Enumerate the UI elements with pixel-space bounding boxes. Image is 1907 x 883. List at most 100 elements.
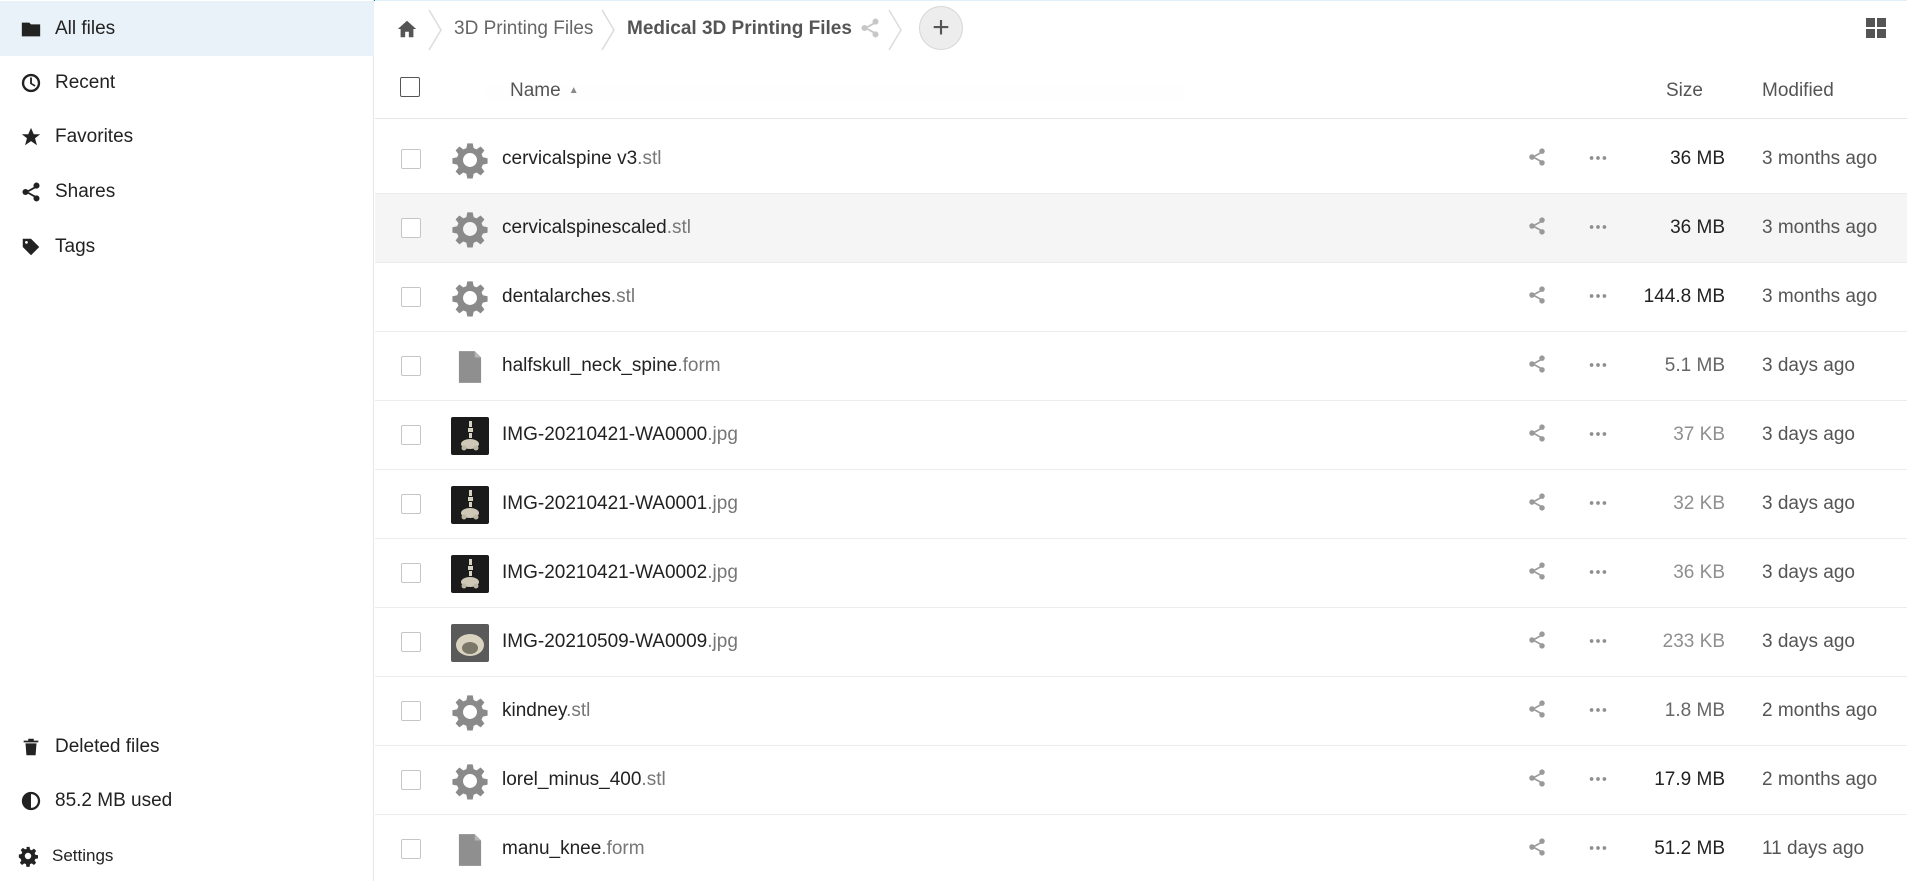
file-select-checkbox[interactable]	[401, 287, 421, 307]
sidebar-item-all-files[interactable]: All files	[0, 1, 374, 56]
more-actions-icon[interactable]	[1587, 699, 1613, 723]
sidebar-item-deleted-files[interactable]: Deleted files	[0, 719, 374, 774]
more-actions-icon[interactable]	[1587, 285, 1613, 309]
file-modified: 3 months ago	[1762, 286, 1878, 307]
more-actions-icon[interactable]	[1587, 354, 1613, 378]
file-select-checkbox[interactable]	[401, 701, 421, 721]
sidebar-item-quota[interactable]: 85.2 MB used	[0, 773, 374, 828]
file-row[interactable]: lorel_minus_400.stl 17.9 MB 2 months ago	[375, 746, 1907, 815]
sidebar-item-settings[interactable]: Settings	[0, 828, 374, 883]
file-row[interactable]: halfskull_neck_spine.form 5.1 MB 3 days ag…	[375, 332, 1907, 401]
more-actions-icon[interactable]	[1587, 216, 1613, 240]
share-icon[interactable]	[1527, 699, 1551, 723]
select-all-checkbox[interactable]	[400, 77, 420, 97]
file-select-checkbox[interactable]	[401, 425, 421, 445]
file-basename: cervicalspinescaled	[502, 217, 667, 238]
sidebar-item-favorites[interactable]: Favorites	[0, 109, 374, 164]
file-select-checkbox[interactable]	[401, 770, 421, 790]
file-extension: .form	[601, 838, 645, 859]
sidebar-item-tags[interactable]: Tags	[0, 219, 374, 274]
file-extension: .jpg	[707, 631, 738, 652]
file-row[interactable]: cervicalspinescaled.stl 36 MB 3 months ago	[375, 194, 1907, 263]
breadcrumb-current[interactable]: Medical 3D Printing Files	[627, 18, 852, 40]
file-row[interactable]: IMG-20210421-WA0001.jpg 32 KB 3 days ago	[375, 470, 1907, 539]
file-name[interactable]: manu_knee.form	[502, 838, 645, 860]
file-size: 36 KB	[1673, 562, 1725, 583]
share-icon[interactable]	[1527, 768, 1551, 792]
file-row[interactable]: IMG-20210509-WA0009.jpg 233 KB 3 days ago	[375, 608, 1907, 677]
file-select-checkbox[interactable]	[401, 494, 421, 514]
file-list-header: Name ▲ Size Modified	[375, 60, 1907, 119]
home-icon[interactable]	[393, 15, 421, 43]
file-extension: .stl	[566, 700, 591, 721]
file-select-checkbox[interactable]	[401, 839, 421, 859]
file-modified: 3 months ago	[1762, 148, 1878, 169]
file-modified: 3 days ago	[1762, 562, 1855, 583]
more-actions-icon[interactable]	[1587, 837, 1613, 861]
sidebar-item-label: Deleted files	[55, 735, 160, 757]
gear-file-icon	[450, 209, 490, 249]
file-modified: 3 days ago	[1762, 493, 1855, 514]
tag-icon	[17, 233, 45, 261]
file-row[interactable]: dentalarches.stl 144.8 MB 3 months ago	[375, 263, 1907, 332]
quota-label: 85.2 MB used	[55, 789, 173, 811]
sidebar-item-shares[interactable]: Shares	[0, 164, 374, 219]
file-basename: halfskull_neck_spine	[502, 355, 678, 376]
file-basename: IMG-20210421-WA0001	[502, 493, 708, 514]
quota-pie-icon	[17, 787, 45, 815]
file-name[interactable]: IMG-20210421-WA0001.jpg	[502, 493, 738, 515]
file-size: 32 KB	[1673, 493, 1725, 514]
share-icon[interactable]	[1527, 492, 1551, 516]
share-icon[interactable]	[1527, 630, 1551, 654]
file-select-checkbox[interactable]	[401, 149, 421, 169]
file-row[interactable]: manu_knee.form 51.2 MB 11 days ago	[375, 815, 1907, 881]
share-icon[interactable]	[1527, 285, 1551, 309]
share-icon[interactable]	[1527, 216, 1551, 240]
share-icon[interactable]	[1527, 423, 1551, 447]
column-header-modified[interactable]: Modified	[1762, 80, 1834, 102]
column-header-name[interactable]: Name ▲	[510, 80, 579, 102]
file-select-checkbox[interactable]	[401, 356, 421, 376]
share-icon[interactable]	[1527, 837, 1551, 861]
file-size: 5.1 MB	[1664, 355, 1725, 376]
more-actions-icon[interactable]	[1587, 492, 1613, 516]
file-select-checkbox[interactable]	[401, 563, 421, 583]
file-size: 37 KB	[1673, 424, 1725, 445]
file-name[interactable]: cervicalspinescaled.stl	[502, 217, 691, 239]
share-icon[interactable]	[1527, 561, 1551, 585]
file-size: 51.2 MB	[1654, 838, 1725, 859]
file-name[interactable]: IMG-20210421-WA0002.jpg	[502, 562, 738, 584]
file-name[interactable]: halfskull_neck_spine.form	[502, 355, 721, 377]
gear-file-icon	[450, 761, 490, 801]
file-name[interactable]: dentalarches.stl	[502, 286, 635, 308]
more-actions-icon[interactable]	[1587, 561, 1613, 585]
file-name[interactable]: lorel_minus_400.stl	[502, 769, 666, 791]
file-row[interactable]: IMG-20210421-WA0002.jpg 36 KB 3 days ago	[375, 539, 1907, 608]
image-thumbnail-spine	[450, 554, 490, 594]
file-row[interactable]: kindney.stl 1.8 MB 2 months ago	[375, 677, 1907, 746]
gear-file-icon	[450, 692, 490, 732]
share-icon[interactable]	[1527, 147, 1551, 171]
breadcrumb-share-icon[interactable]	[859, 17, 883, 41]
column-header-size[interactable]: Size	[1666, 80, 1703, 102]
share-icon[interactable]	[1527, 354, 1551, 378]
more-actions-icon[interactable]	[1587, 768, 1613, 792]
file-name[interactable]: IMG-20210421-WA0000.jpg	[502, 424, 738, 446]
more-actions-icon[interactable]	[1587, 630, 1613, 654]
breadcrumb-item[interactable]: 3D Printing Files	[454, 18, 593, 40]
sidebar-item-recent[interactable]: Recent	[0, 55, 374, 110]
file-name[interactable]: IMG-20210509-WA0009.jpg	[502, 631, 738, 653]
file-extension: .jpg	[707, 424, 738, 445]
more-actions-icon[interactable]	[1587, 147, 1613, 171]
file-select-checkbox[interactable]	[401, 632, 421, 652]
more-actions-icon[interactable]	[1587, 423, 1613, 447]
file-name[interactable]: kindney.stl	[502, 700, 590, 722]
file-name[interactable]: cervicalspine v3.stl	[502, 148, 661, 170]
file-basename: cervicalspine v3	[502, 148, 638, 169]
file-row[interactable]: cervicalspine v3.stl 36 MB 3 months ago	[375, 125, 1907, 194]
file-select-checkbox[interactable]	[401, 218, 421, 238]
file-row[interactable]: IMG-20210421-WA0000.jpg 37 KB 3 days ago	[375, 401, 1907, 470]
grid-view-toggle-icon[interactable]	[1864, 16, 1890, 42]
new-file-button[interactable]: +	[919, 6, 963, 50]
file-modified: 2 months ago	[1762, 769, 1878, 790]
